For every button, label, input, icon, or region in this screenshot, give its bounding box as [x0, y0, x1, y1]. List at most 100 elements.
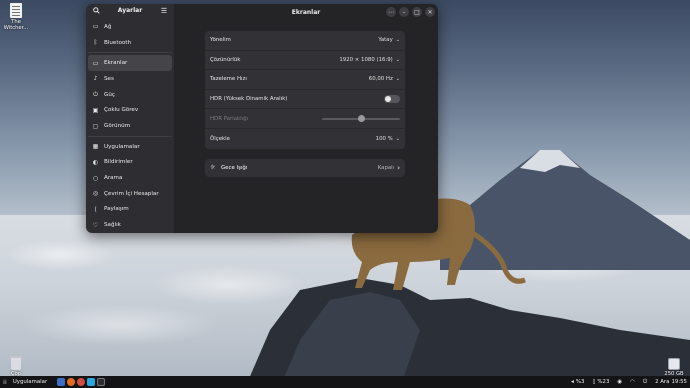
date-text: 2 Ara: [655, 379, 670, 385]
resolution-dropdown[interactable]: 1920 × 1080 (16:9) ⌄: [339, 57, 400, 63]
row-label: HDR (Yüksek Dinamik Aralık): [210, 96, 288, 103]
search-button[interactable]: [91, 6, 101, 16]
appearance-icon: ▢: [92, 122, 99, 130]
share-icon: ⟨: [94, 205, 97, 213]
sidebar-item-multitasking[interactable]: ▣ Çoklu Görev: [88, 103, 172, 119]
maximize-button[interactable]: □: [412, 7, 422, 17]
clock[interactable]: 2 Ara 19:55: [655, 379, 687, 385]
health-icon: ♡: [92, 221, 99, 229]
sidebar-item-bluetooth[interactable]: ᛒ Bluetooth: [88, 35, 172, 51]
sidebar-item-power[interactable]: ⏻ Güç: [88, 87, 172, 103]
volume-indicator[interactable]: ◂ %3: [571, 379, 584, 385]
close-icon: ✕: [427, 8, 433, 16]
refresh-rate-row[interactable]: Tazeleme Hızı 60,00 Hz ⌄: [205, 70, 405, 90]
steam-icon[interactable]: [97, 378, 106, 386]
night-light-row[interactable]: ☼ Gece Işığı Kapalı ›: [205, 158, 405, 177]
taskbar-left: ⁞⁞ Uygulamalar: [3, 378, 106, 386]
window-controls: ⋯ – □ ✕: [386, 7, 435, 17]
files-icon[interactable]: [57, 378, 66, 386]
scale-row[interactable]: Ölçekle 100 % ⌄: [205, 129, 405, 149]
orientation-row[interactable]: Yönelim Yatay ⌄: [205, 31, 405, 51]
refresh-rate-dropdown[interactable]: 60,00 Hz ⌄: [369, 76, 400, 82]
sidebar-item-appearance[interactable]: ▢ Görünüm: [88, 118, 172, 134]
sidebar-item-sharing[interactable]: ⟨ Paylaşım: [88, 202, 172, 218]
wifi-icon[interactable]: ◠: [630, 379, 635, 385]
apps-menu-button[interactable]: Uygulamalar: [13, 379, 47, 385]
sidebar-item-label: Arama: [104, 175, 123, 182]
row-value: Kapalı: [377, 164, 395, 171]
sidebar-item-online-accounts[interactable]: ◎ Çevrim İçi Hesaplar: [88, 186, 172, 202]
scale-dropdown[interactable]: 100 % ⌄: [376, 136, 400, 142]
power-menu-icon[interactable]: ⏻: [643, 379, 647, 386]
minimize-button[interactable]: –: [399, 7, 409, 17]
settings-window: Ayarlar ☰ ▭ Ağ ᛒ Bluetooth ▭ Ekranlar ♪ Ses …: [86, 4, 438, 233]
sidebar-item-displays[interactable]: ▭ Ekranlar: [88, 55, 172, 72]
hdr-brightness-row: HDR Parlaklığı: [205, 109, 405, 129]
sidebar-item-sound[interactable]: ♪ Ses: [88, 71, 172, 87]
sound-icon: ♪: [93, 75, 98, 83]
sidebar-item-label: Ekranlar: [104, 60, 128, 67]
sidebar-item-label: Bildirimler: [104, 159, 133, 166]
minimize-icon: –: [402, 8, 406, 16]
volume-value: %3: [575, 379, 585, 385]
sidebar-item-notifications[interactable]: ◐ Bildirimler: [88, 155, 172, 171]
sidebar-item-label: Ağ: [104, 23, 112, 30]
sidebar-item-label: Ses: [104, 75, 114, 82]
maximize-icon: □: [414, 8, 420, 16]
sidebar-item-label: Görünüm: [104, 123, 131, 130]
resolution-row[interactable]: Çözünürlük 1920 × 1080 (16:9) ⌄: [205, 51, 405, 71]
chevron-down-icon: ⌄: [395, 37, 400, 44]
row-value: 100 %: [375, 135, 393, 142]
firefox-icon[interactable]: [67, 378, 76, 386]
row-value: 1920 × 1080 (16:9): [339, 56, 393, 63]
battery-value: %23: [597, 379, 610, 385]
network-icon: ▭: [92, 23, 99, 31]
sidebar-item-label: Çevrim İçi Hesaplar: [104, 190, 159, 197]
close-button[interactable]: ✕: [425, 7, 435, 17]
sidebar-item-health[interactable]: ♡ Sağlık: [88, 217, 172, 233]
sidebar-item-label: Paylaşım: [104, 206, 129, 213]
sidebar-item-label: Bluetooth: [104, 39, 132, 46]
row-label: Gece Işığı: [221, 164, 248, 171]
row-label: Yönelim: [210, 37, 231, 44]
chevron-right-icon: ›: [397, 163, 400, 172]
search-icon: ○: [92, 174, 99, 182]
desktop-icon-drive[interactable]: 250 GB: [658, 358, 690, 377]
sidebar-item-apps[interactable]: ▦ Uygulamalar: [88, 139, 172, 155]
sidebar-item-label: Çoklu Görev: [104, 107, 139, 114]
battery-indicator[interactable]: ▯ %23: [592, 379, 609, 385]
more-icon: ⋯: [388, 8, 394, 16]
sidebar-divider: [88, 135, 172, 137]
slider-knob[interactable]: [357, 114, 365, 122]
row-label: Tazeleme Hızı: [210, 76, 247, 83]
sidebar-title: Ayarlar: [117, 7, 143, 15]
battery-icon: ▯: [592, 379, 596, 385]
row-value: 60,00 Hz: [368, 76, 393, 83]
desktop-icon-witcher[interactable]: The Witcher...: [0, 3, 32, 31]
hdr-brightness-slider[interactable]: [322, 114, 400, 122]
time-text: 19:55: [671, 379, 687, 385]
hdr-toggle[interactable]: [384, 95, 400, 104]
apps-icon: ▦: [92, 143, 99, 151]
sidebar-item-search[interactable]: ○ Arama: [88, 170, 172, 186]
options-button[interactable]: ⋯: [386, 7, 396, 17]
power-icon: ⏻: [93, 90, 98, 98]
menu-button[interactable]: ☰: [159, 6, 169, 16]
chrome-icon[interactable]: [77, 378, 86, 386]
online-accounts-icon: ◎: [92, 190, 99, 198]
main-header: Ekranlar ⋯ – □ ✕: [174, 4, 438, 21]
sidebar-list: ▭ Ağ ᛒ Bluetooth ▭ Ekranlar ♪ Ses ⏻ Güç ▣ Çokl…: [86, 17, 174, 233]
sidebar-item-network[interactable]: ▭ Ağ: [88, 19, 172, 35]
desktop-icon-trash[interactable]: Çöp: [0, 356, 32, 377]
sidebar-item-label: Uygulamalar: [104, 143, 140, 150]
orientation-dropdown[interactable]: Yatay ⌄: [378, 37, 400, 43]
steam-tray-icon[interactable]: ◉: [617, 379, 622, 385]
display-icon: ▭: [92, 59, 99, 67]
apps-grid-icon[interactable]: ⁞⁞: [3, 379, 7, 386]
row-value: Yatay: [378, 37, 393, 44]
row-label: Çözünürlük: [210, 56, 241, 63]
telegram-icon[interactable]: [87, 378, 96, 386]
drive-icon: [668, 358, 680, 370]
bell-icon: ◐: [92, 158, 99, 166]
main-panel: Ekranlar ⋯ – □ ✕ Yönelim Yatay ⌄ Çözünürl…: [174, 4, 438, 233]
